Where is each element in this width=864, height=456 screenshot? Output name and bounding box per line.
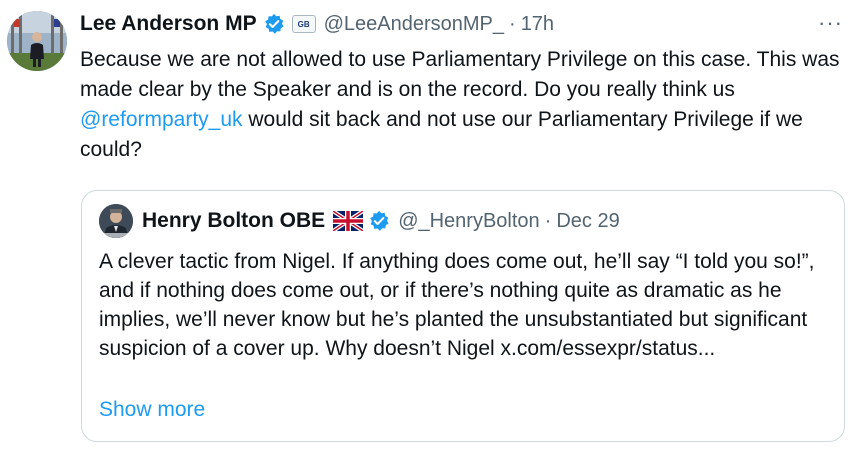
- tweet-header: Lee Anderson MP GB @LeeAndersonMP_ · 17h: [80, 9, 554, 39]
- show-more-link[interactable]: Show more: [99, 398, 205, 422]
- author-avatar[interactable]: [7, 11, 67, 71]
- quoted-author-name[interactable]: Henry Bolton OBE: [142, 209, 325, 233]
- more-options-icon[interactable]: ···: [818, 10, 843, 36]
- mention-link[interactable]: @reformparty_uk: [80, 108, 243, 131]
- tweet-text: Because we are not allowed to use Parlia…: [80, 45, 850, 165]
- quoted-text: A clever tactic from Nigel. If anything …: [99, 250, 815, 360]
- affiliation-badge-icon[interactable]: GB: [291, 15, 316, 33]
- tweet-text-part-1: Because we are not allowed to use Parlia…: [80, 48, 840, 101]
- author-handle[interactable]: @LeeAndersonMP_: [324, 13, 504, 36]
- uk-flag-icon: [333, 211, 364, 231]
- author-name[interactable]: Lee Anderson MP: [80, 12, 257, 36]
- quoted-author-avatar[interactable]: [99, 204, 133, 238]
- quoted-header: Henry Bolton OBE @_HenryBolton · Dec 29: [142, 205, 620, 237]
- quoted-date[interactable]: Dec 29: [556, 210, 619, 233]
- tweet-time[interactable]: 17h: [521, 13, 554, 36]
- quoted-tweet[interactable]: Henry Bolton OBE @_HenryBolton · Dec 29 …: [81, 190, 845, 442]
- quoted-verified-badge-icon: [370, 211, 389, 231]
- separator-dot: ·: [509, 12, 516, 35]
- tweet[interactable]: Lee Anderson MP GB @LeeAndersonMP_ · 17h…: [0, 0, 864, 456]
- quoted-author-handle[interactable]: @_HenryBolton: [398, 210, 539, 233]
- author-avatar-image: [7, 11, 67, 71]
- verified-badge-icon: [264, 14, 284, 34]
- quoted-author-avatar-image: [99, 204, 133, 238]
- quoted-separator-dot: ·: [544, 209, 552, 232]
